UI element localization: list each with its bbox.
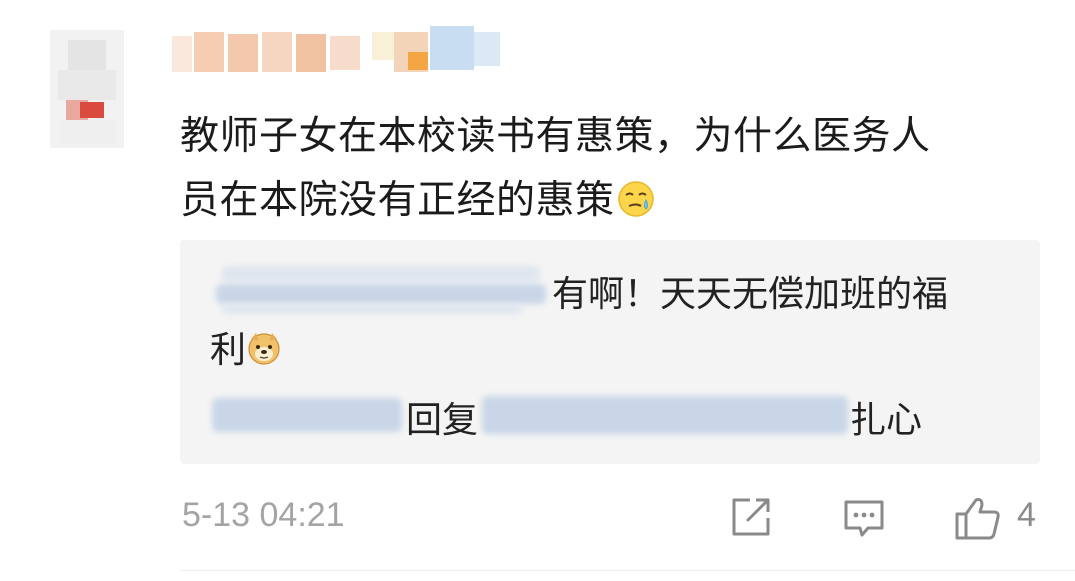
avatar[interactable]	[50, 30, 124, 148]
reply-1-line-2: 利	[210, 330, 247, 371]
username[interactable]	[172, 26, 502, 78]
timestamp: 5-13 04:21	[182, 496, 345, 534]
sweat-smile-emoji-icon	[617, 174, 655, 217]
reply-author-2[interactable]	[212, 398, 402, 432]
share-icon[interactable]	[728, 494, 776, 542]
like-icon[interactable]	[952, 494, 1000, 542]
comment-text: 教师子女在本校读书有惠策，为什么医务人 员在本院没有正经的惠策	[180, 105, 1060, 233]
comment-line-2: 员在本院没有正经的惠策	[180, 178, 615, 223]
divider	[180, 570, 1075, 571]
comment-line-1: 教师子女在本校读书有惠策，为什么医务人	[180, 114, 931, 159]
reply-1-line-2-wrap: 利	[210, 322, 282, 380]
reply-author-1[interactable]	[222, 266, 540, 282]
doge-icon	[246, 326, 282, 365]
like-count: 4	[1017, 496, 1036, 534]
reply-1-line-1: 有啊！天天无偿加班的福	[552, 274, 949, 315]
comment-icon[interactable]	[840, 494, 888, 542]
reply-word: 回复	[406, 400, 479, 441]
reply-2-text: 扎心	[850, 400, 923, 441]
reply-to-user[interactable]	[482, 396, 848, 434]
